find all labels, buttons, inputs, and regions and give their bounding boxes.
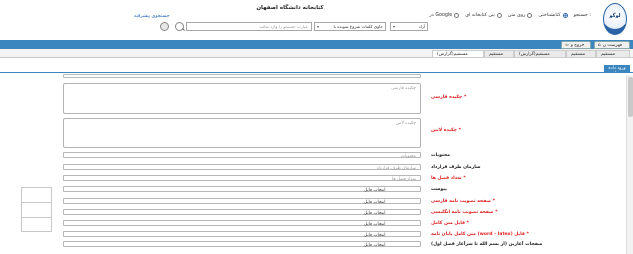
field-select-value: آزاد xyxy=(418,24,425,29)
choose-file-button[interactable]: انتخاب فایل xyxy=(364,188,385,193)
field-select[interactable]: ▾ آزاد xyxy=(390,22,428,31)
choose-file-button[interactable]: انتخاب فایل xyxy=(364,233,385,238)
exit-icon: ⇦ xyxy=(565,42,569,48)
fulltext-file-input[interactable]: انتخاب فایل xyxy=(63,220,421,227)
advanced-search-link[interactable]: جستجوی پیشرفته xyxy=(134,14,170,19)
abstract-en-textarea[interactable]: چکیده لاتین xyxy=(63,118,421,148)
top-tab-bar: ⌂ فهرست ن ⇦ خروج و xyxy=(0,40,633,49)
radio-dot-icon xyxy=(496,13,502,18)
search-label: جستجو : xyxy=(573,13,591,18)
abstract-fa-textarea[interactable]: چکیده فارسی xyxy=(63,83,421,114)
label-approval-fa: * صفحه تصویب نامه فارسی xyxy=(431,199,495,204)
side-panel-row xyxy=(22,218,51,233)
chevron-down-icon: ▾ xyxy=(317,24,320,29)
placeholder: تعداد فصل ها xyxy=(392,176,416,182)
tab-label: فهرست ن xyxy=(602,42,622,48)
subtab-direct-report-1[interactable]: مستقیم(گزارش) xyxy=(514,49,566,58)
chapters-count-input[interactable]: تعداد فصل ها xyxy=(63,175,421,182)
approval-fa-file-input[interactable]: انتخاب فایل xyxy=(63,198,421,205)
choose-file-button[interactable]: انتخاب فایل xyxy=(364,211,385,216)
tab-exit[interactable]: ⇦ خروج و xyxy=(561,41,591,49)
gear-icon[interactable] xyxy=(160,22,169,31)
radio-dot-icon xyxy=(454,13,460,18)
search-type-radios: جستجو : کتابشناختی روی متن بین کتابخانه … xyxy=(429,13,591,18)
side-panel-box xyxy=(21,187,52,232)
choose-file-button[interactable]: انتخاب فایل xyxy=(364,222,385,227)
vertical-scrollbar[interactable] xyxy=(626,75,633,254)
tab-list[interactable]: ⌂ فهرست ن xyxy=(594,41,630,49)
placeholder: سازمان طرف قرارداد xyxy=(376,165,416,171)
radio-label: روی متن xyxy=(507,13,526,18)
radio-label: کتابشناختی xyxy=(538,13,561,18)
scrollbar-thumb[interactable] xyxy=(628,77,633,117)
placeholder: چکیده فارسی xyxy=(391,86,416,91)
choose-file-button[interactable]: انتخاب فایل xyxy=(364,200,385,205)
subtab-direct-1[interactable]: مستقیم xyxy=(596,49,630,58)
radio-label: بین کتابخانه ای xyxy=(465,13,495,18)
sub-tab-bar: مستقیم مستقیم مستقیم(گزارش) مستقیم مستقی… xyxy=(0,49,633,58)
radio-google[interactable]: در Google xyxy=(429,13,460,18)
label-source-file: * فایل (word - latex) متن کامل پایان نام… xyxy=(431,232,529,237)
section-divider xyxy=(0,72,633,73)
placeholder: چکیده لاتین xyxy=(395,121,416,126)
radio-interlibrary[interactable]: بین کتابخانه ای xyxy=(465,13,502,18)
tab-label: خروج و xyxy=(570,42,585,48)
university-logo[interactable] xyxy=(603,3,627,35)
label-contract-org: سازمان طرف قرارداد xyxy=(431,165,481,170)
opening-pages-file-input[interactable]: انتخاب فایل xyxy=(63,241,421,248)
placeholder: محتویات xyxy=(400,153,416,159)
label-contents: محتویات xyxy=(431,153,450,158)
contents-input[interactable]: محتویات xyxy=(63,152,421,159)
chevron-down-icon: ▾ xyxy=(393,24,396,29)
home-icon: ⌂ xyxy=(598,42,601,48)
label-chapters-count: * تعداد فصل ها xyxy=(431,176,466,181)
subtab-direct-report-2[interactable]: مستقیم(گزارش) xyxy=(432,49,484,58)
choose-file-button[interactable]: انتخاب فایل xyxy=(364,243,385,248)
attachment-file-input[interactable]: انتخاب فایل xyxy=(63,186,421,193)
logo-text: لوگو xyxy=(609,13,621,19)
side-panel-row xyxy=(22,203,51,218)
search-input[interactable]: عبارت جستجو را وارد نمائید xyxy=(186,22,312,31)
site-title: کتابخانه دانشگاه اصفهان xyxy=(256,5,324,11)
side-panel-row xyxy=(22,188,51,203)
radio-label: در Google xyxy=(429,13,453,18)
field-partial-top[interactable] xyxy=(63,74,421,78)
radio-dot-icon xyxy=(527,13,533,18)
condition-select[interactable]: ▾ حاوی کلمات شروع شونده با xyxy=(314,22,386,31)
approval-en-file-input[interactable]: انتخاب فایل xyxy=(63,209,421,216)
label-fulltext: * فایل متن کامل xyxy=(431,221,469,226)
label-attachment: پیوست xyxy=(431,187,447,192)
label-approval-en: * صفحه تصویب نامه انگلیسی xyxy=(431,210,498,215)
header: لوگو کتابخانه دانشگاه اصفهان جستجو : کتا… xyxy=(0,0,633,40)
condition-select-value: حاوی کلمات شروع شونده با xyxy=(333,24,383,29)
radio-dot-icon xyxy=(562,13,568,18)
radio-bibliographic[interactable]: کتابشناختی xyxy=(538,13,568,18)
subtab-direct-2[interactable]: مستقیم xyxy=(566,49,596,58)
subtab-direct-3[interactable]: مستقیم xyxy=(484,49,514,58)
radio-fulltext[interactable]: روی متن xyxy=(508,13,533,18)
contract-org-input[interactable]: سازمان طرف قرارداد xyxy=(63,164,421,171)
section-bar: ورود داده ها xyxy=(0,58,633,76)
label-abstract-fa: * چکیده فارسی xyxy=(431,95,467,100)
label-opening-pages: صفحات آغازین (از بسم الله تا سرآغاز فصل … xyxy=(431,242,543,247)
source-file-input[interactable]: انتخاب فایل xyxy=(63,231,421,238)
label-abstract-en: * چکیده لاتین xyxy=(431,128,461,133)
search-icon[interactable] xyxy=(175,22,184,31)
search-row: عبارت جستجو را وارد نمائید ▾ حاوی کلمات … xyxy=(160,22,428,31)
